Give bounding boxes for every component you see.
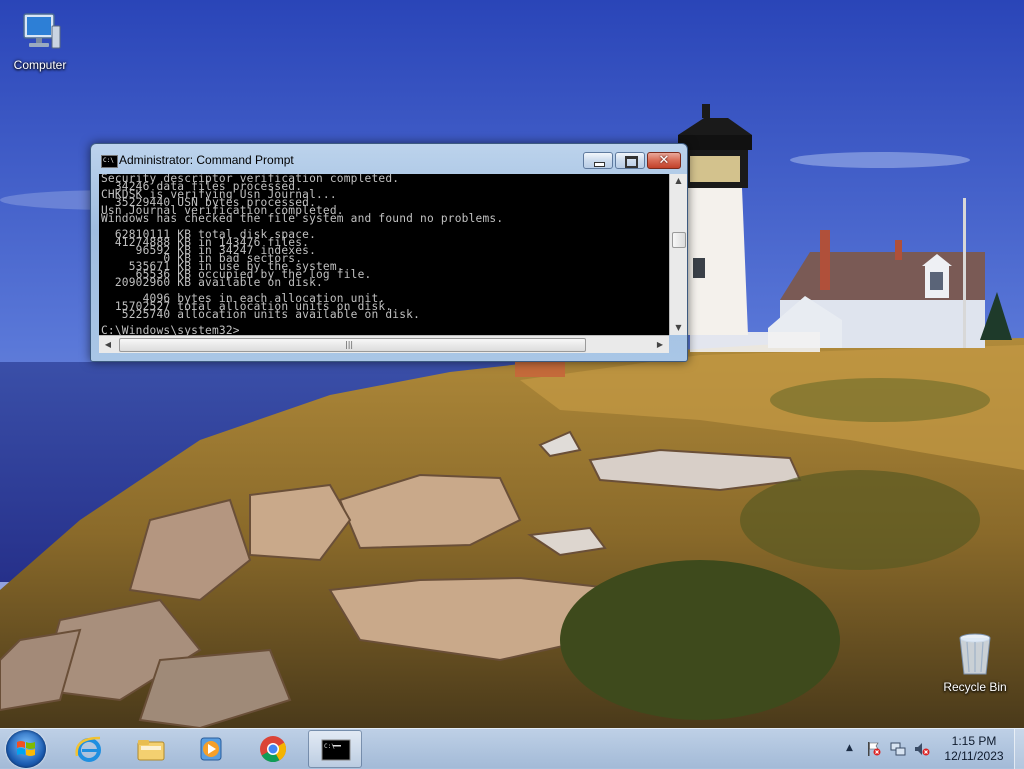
cmd-icon: C:\ bbox=[321, 739, 351, 761]
desktop-wallpaper bbox=[0, 0, 1024, 768]
console-output[interactable]: Security descriptor verification complet… bbox=[99, 174, 669, 335]
scroll-down-icon[interactable]: ▼ bbox=[670, 321, 687, 335]
folder-icon bbox=[137, 740, 165, 761]
horizontal-scroll-thumb[interactable]: ||| bbox=[119, 338, 586, 352]
minimize-button[interactable] bbox=[583, 152, 613, 169]
start-button[interactable] bbox=[6, 730, 46, 768]
desktop-icon-computer[interactable]: Computer bbox=[0, 8, 80, 72]
chrome-icon bbox=[260, 736, 287, 763]
command-prompt-window[interactable]: C:\ Administrator: Command Prompt ✕ Secu… bbox=[90, 143, 688, 362]
close-button[interactable]: ✕ bbox=[647, 152, 681, 169]
window-title: Administrator: Command Prompt bbox=[119, 153, 294, 167]
taskbar-command-prompt[interactable]: C:\ bbox=[308, 730, 362, 768]
scroll-left-icon[interactable]: ◀ bbox=[101, 336, 115, 353]
caption-buttons: ✕ bbox=[581, 152, 681, 170]
recycle-bin-icon bbox=[951, 630, 999, 678]
minimize-icon bbox=[584, 153, 612, 168]
desktop-icon-label: Recycle Bin bbox=[943, 680, 1007, 694]
maximize-icon bbox=[616, 153, 644, 168]
internet-explorer-icon bbox=[75, 736, 101, 762]
taskbar-chrome[interactable] bbox=[246, 730, 300, 768]
cmd-icon[interactable]: C:\ bbox=[101, 155, 118, 168]
taskbar-windows-explorer[interactable] bbox=[124, 730, 178, 768]
computer-icon bbox=[16, 8, 64, 56]
taskbar-internet-explorer[interactable] bbox=[62, 730, 116, 768]
volume-muted-icon[interactable] bbox=[914, 741, 930, 757]
vertical-scroll-thumb[interactable] bbox=[672, 232, 686, 248]
taskbar: C:\ ▲ 1:15 PM 12/11/2023 bbox=[0, 728, 1024, 769]
show-desktop-button[interactable] bbox=[1014, 729, 1024, 769]
action-center-flag-icon[interactable] bbox=[866, 741, 882, 757]
windows-logo-icon bbox=[17, 741, 35, 756]
system-clock[interactable]: 1:15 PM 12/11/2023 bbox=[940, 734, 1008, 764]
desktop-icon-label: Computer bbox=[13, 58, 67, 72]
scroll-right-icon[interactable]: ▶ bbox=[653, 336, 667, 353]
console-text: Security descriptor verification complet… bbox=[101, 174, 504, 335]
vertical-scrollbar[interactable]: ▲ ▼ bbox=[669, 174, 687, 335]
media-player-icon bbox=[200, 737, 222, 761]
horizontal-scrollbar[interactable]: ◀ ||| ▶ bbox=[99, 335, 669, 353]
scroll-up-icon[interactable]: ▲ bbox=[670, 174, 687, 188]
maximize-button[interactable] bbox=[615, 152, 645, 169]
close-icon: ✕ bbox=[658, 153, 670, 168]
window-titlebar[interactable]: C:\ Administrator: Command Prompt ✕ bbox=[91, 144, 687, 174]
taskbar-media-player[interactable] bbox=[184, 730, 238, 768]
clock-date: 12/11/2023 bbox=[944, 749, 1004, 763]
clock-time: 1:15 PM bbox=[951, 734, 997, 748]
grip-icon: ||| bbox=[345, 340, 354, 349]
desktop-icon-recycle-bin[interactable]: Recycle Bin bbox=[935, 630, 1015, 694]
network-icon[interactable] bbox=[890, 741, 906, 757]
show-hidden-icons-button[interactable]: ▲ bbox=[846, 743, 853, 753]
